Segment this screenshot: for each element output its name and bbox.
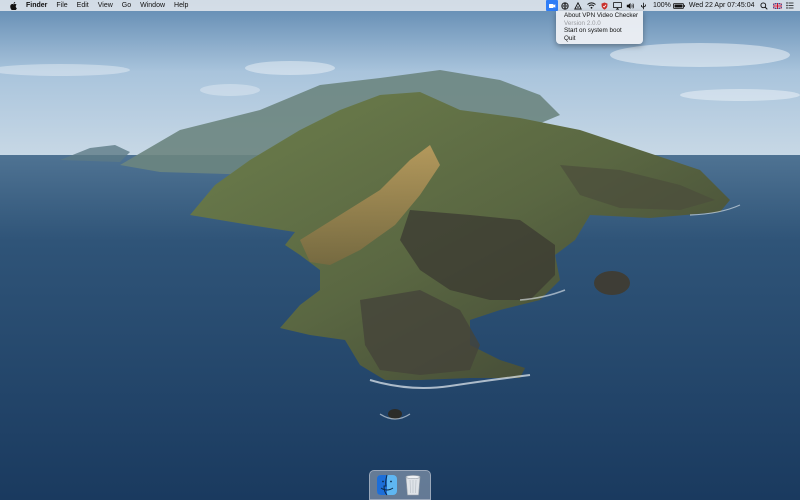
menu-go[interactable]: Go bbox=[122, 0, 131, 11]
volume-icon[interactable] bbox=[624, 0, 636, 11]
menu-file[interactable]: File bbox=[56, 0, 67, 11]
menu-view[interactable]: View bbox=[98, 0, 113, 11]
uk-flag-icon[interactable] bbox=[771, 0, 783, 11]
menu-item-about[interactable]: About VPN Video Checker bbox=[556, 12, 643, 20]
status-area: 100% Wed 22 Apr 07:45:04 bbox=[546, 0, 800, 11]
menu-item-start-on-boot[interactable]: Start on system boot bbox=[556, 27, 643, 35]
vpn-video-checker-icon[interactable] bbox=[546, 0, 559, 11]
menu-edit[interactable]: Edit bbox=[77, 0, 89, 11]
search-icon[interactable] bbox=[758, 0, 770, 11]
menu-app-name[interactable]: Finder bbox=[26, 0, 47, 11]
wifi-icon[interactable] bbox=[585, 0, 597, 11]
desktop-wallpaper bbox=[0, 0, 800, 500]
notification-center-icon[interactable] bbox=[784, 0, 796, 11]
dock bbox=[369, 470, 431, 500]
menu-help[interactable]: Help bbox=[174, 0, 188, 11]
shield-icon[interactable] bbox=[598, 0, 610, 11]
dock-finder[interactable] bbox=[375, 473, 399, 497]
finder-icon bbox=[377, 474, 397, 496]
vpn-video-checker-menu: About VPN Video Checker Version 2.0.0 St… bbox=[556, 11, 643, 44]
menu-window[interactable]: Window bbox=[140, 0, 165, 11]
battery-percent[interactable]: 100% bbox=[653, 0, 671, 11]
menu-item-version: Version 2.0.0 bbox=[564, 19, 601, 27]
apple-menu-icon[interactable] bbox=[9, 1, 17, 10]
clock[interactable]: Wed 22 Apr 07:45:04 bbox=[689, 0, 755, 11]
airplay-icon[interactable] bbox=[611, 0, 623, 11]
vpn-globe-icon[interactable] bbox=[559, 0, 571, 11]
trash-icon bbox=[405, 475, 421, 496]
battery-icon[interactable] bbox=[672, 0, 685, 11]
menu-item-quit[interactable]: Quit bbox=[556, 35, 643, 43]
network-icon[interactable] bbox=[572, 0, 584, 11]
dock-trash[interactable] bbox=[401, 473, 425, 497]
usb-icon[interactable] bbox=[637, 0, 649, 11]
